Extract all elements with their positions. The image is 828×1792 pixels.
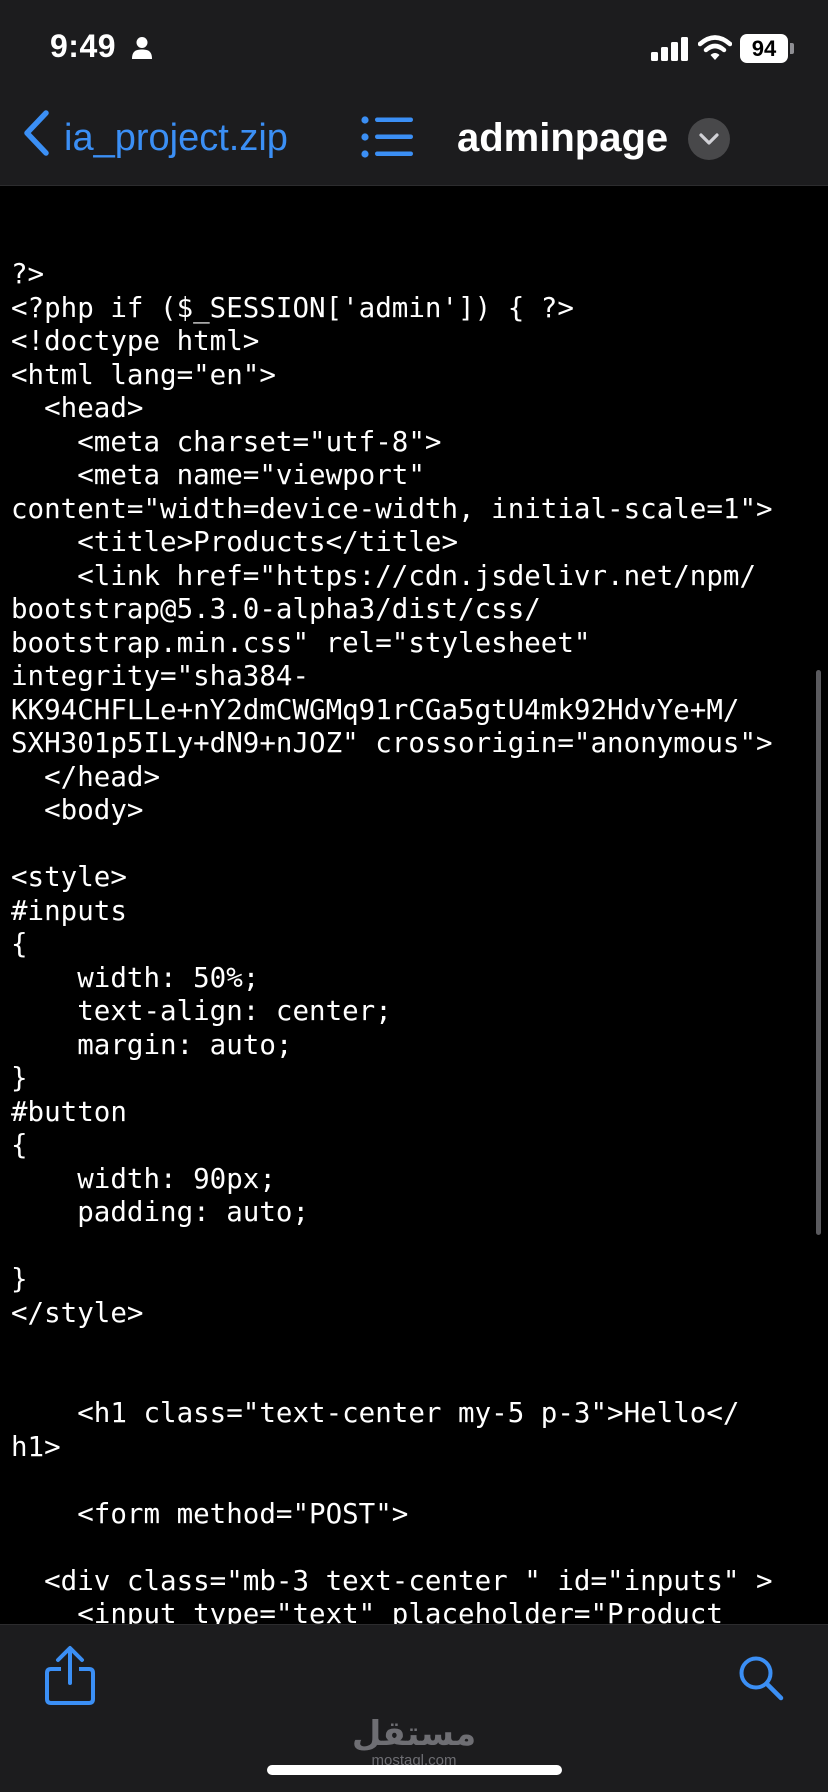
code-line: ?> bbox=[11, 258, 45, 290]
share-button[interactable] bbox=[44, 1645, 96, 1712]
code-line: <div class="mb-3 text-center " id="input… bbox=[11, 1564, 773, 1597]
code-viewer[interactable]: ?> <?php if ($_SESSION['admin']) { ?> <!do… bbox=[0, 186, 828, 1624]
home-indicator[interactable] bbox=[267, 1765, 562, 1775]
code-line: width: 90px; bbox=[11, 1162, 276, 1195]
back-button[interactable]: ia_project.zip bbox=[22, 110, 288, 166]
code-line: <input type="text" placeholder="Product bbox=[11, 1598, 723, 1624]
code-line: <link href="https://cdn.jsdelivr.net/npm… bbox=[11, 559, 757, 592]
battery-tip bbox=[790, 43, 794, 54]
chevron-left-icon bbox=[22, 110, 50, 166]
code-line: padding: auto; bbox=[11, 1196, 310, 1228]
signal-icon bbox=[651, 37, 689, 66]
search-icon bbox=[739, 1656, 784, 1701]
code-line: content="width=device-width, initial-sca… bbox=[11, 492, 773, 525]
bottom-toolbar: مستقل mostaql.com bbox=[0, 1624, 828, 1792]
outline-list-button[interactable] bbox=[360, 114, 416, 165]
code-line: #button bbox=[11, 1095, 127, 1128]
watermark: مستقل mostaql.com bbox=[0, 1717, 828, 1768]
status-bar: 9:49 94 bbox=[0, 0, 828, 100]
wifi-icon bbox=[697, 34, 733, 67]
status-time: 9:49 bbox=[50, 28, 117, 64]
code-line: <form method="POST"> bbox=[11, 1497, 409, 1530]
document-title[interactable]: adminpage bbox=[457, 116, 668, 161]
title-menu-button[interactable] bbox=[688, 118, 730, 160]
person-icon bbox=[131, 36, 153, 65]
code-content: ?> <?php if ($_SESSION['admin']) { ?> <!do… bbox=[11, 258, 773, 1624]
code-line: #inputs bbox=[11, 894, 127, 927]
code-line: <?php if ($_SESSION['admin']) { ?> bbox=[11, 291, 574, 324]
code-line: <head> bbox=[11, 392, 144, 424]
code-line: bootstrap@5.3.0-alpha3/dist/css/ bbox=[11, 593, 541, 625]
code-line: <title>Products</title> bbox=[11, 526, 459, 558]
search-button[interactable] bbox=[738, 1655, 784, 1706]
code-line: </style> bbox=[11, 1296, 144, 1329]
code-line: { bbox=[11, 1129, 28, 1161]
battery-level: 94 bbox=[751, 35, 777, 61]
code-line: <meta charset="utf-8"> bbox=[11, 425, 442, 458]
code-line: } bbox=[11, 1263, 28, 1295]
navigation-bar: ia_project.zip adminpage bbox=[0, 100, 828, 186]
code-line: SXH301p5ILy+dN9+nJOZ" crossorigin="anony… bbox=[11, 727, 773, 759]
code-line: h1> bbox=[11, 1430, 61, 1463]
scroll-indicator[interactable] bbox=[816, 670, 821, 1235]
code-line: } bbox=[11, 1062, 28, 1094]
code-line: <style> bbox=[11, 861, 127, 893]
code-line: <html lang="en"> bbox=[11, 358, 276, 391]
code-line: <!doctype html> bbox=[11, 325, 260, 357]
battery-icon: 94 bbox=[740, 34, 788, 63]
watermark-arabic: مستقل bbox=[351, 1714, 477, 1754]
code-line: width: 50%; bbox=[11, 961, 260, 994]
code-line: </head> bbox=[11, 760, 161, 793]
code-line: text-align: center; bbox=[11, 995, 392, 1027]
code-line: <meta name="viewport" bbox=[11, 459, 425, 491]
code-line: KK94CHFLLe+nY2dmCWGMq91rCGa5gtU4mk92HdvY… bbox=[11, 693, 740, 726]
code-line: bootstrap.min.css" rel="stylesheet" bbox=[11, 626, 591, 659]
back-button-label: ia_project.zip bbox=[64, 116, 288, 159]
code-line: <h1 class="text-center my-5 p-3">Hello</ bbox=[11, 1397, 740, 1429]
code-line: integrity="sha384- bbox=[11, 660, 310, 692]
code-line: { bbox=[11, 928, 28, 960]
chevron-down-icon bbox=[699, 133, 719, 145]
code-line: margin: auto; bbox=[11, 1028, 293, 1061]
list-icon bbox=[361, 116, 413, 158]
code-line: <body> bbox=[11, 794, 144, 826]
share-icon bbox=[45, 1646, 95, 1705]
